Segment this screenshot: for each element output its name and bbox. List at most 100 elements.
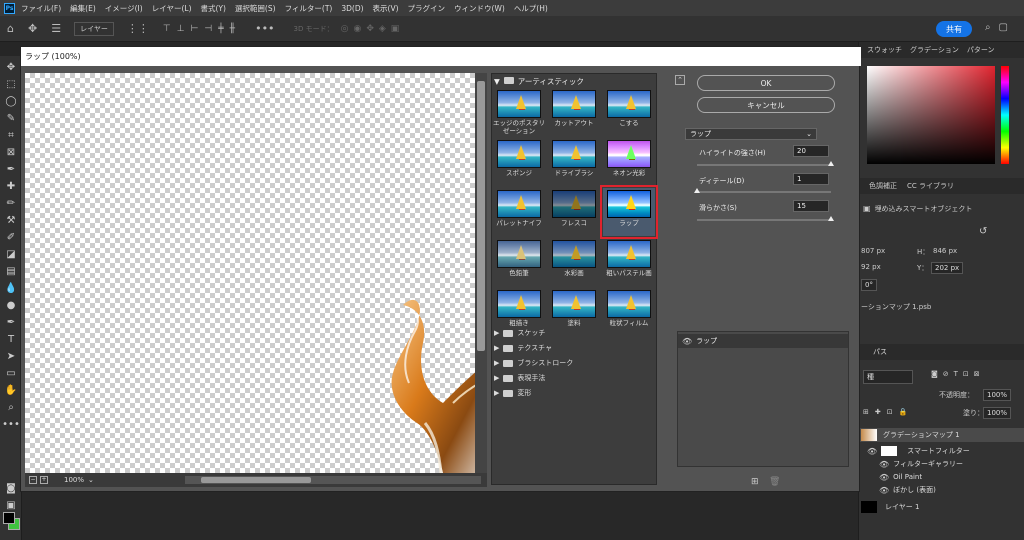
filter-select-dropdown[interactable]: ラップ ⌄ [685, 128, 817, 140]
lasso-tool-icon[interactable]: ◯ [0, 93, 22, 110]
filter-thumb[interactable]: ドライブラシ [548, 138, 600, 186]
width-value[interactable]: 807 px [861, 247, 885, 255]
pen-tool-icon[interactable]: ✒ [0, 314, 22, 331]
layer-kind-filter[interactable]: 種 [863, 370, 913, 384]
layer-row[interactable]: 👁 スマートフィルター [859, 444, 1024, 458]
home-icon[interactable]: ⌂ [7, 22, 14, 35]
eraser-tool-icon[interactable]: ◪ [0, 246, 22, 263]
more-tools-icon[interactable]: ••• [0, 416, 22, 433]
filter-preview[interactable] [25, 73, 487, 483]
more-icon[interactable]: ••• [255, 22, 274, 35]
move-tool-icon[interactable]: ✥ [0, 59, 22, 76]
eye-icon[interactable]: 👁 [867, 447, 877, 456]
collapse-gallery-icon[interactable]: ⌃ [675, 75, 685, 85]
height-value[interactable]: 846 px [933, 247, 957, 255]
opacity-value[interactable]: 100% [983, 389, 1012, 401]
filter-thumb[interactable]: 塗料 [548, 288, 600, 336]
menu-filter[interactable]: フィルター(T) [285, 3, 333, 14]
frame-tool-icon[interactable]: ⊠ [0, 144, 22, 161]
tab-paths[interactable]: パス [873, 347, 887, 357]
x-value[interactable]: 92 px [861, 263, 881, 271]
move-tool-icon[interactable]: ✥ [28, 22, 37, 35]
detail-input[interactable]: 1 [793, 173, 829, 185]
cancel-button[interactable]: キャンセル [697, 97, 835, 113]
filter-thumb[interactable]: カットアウト [548, 88, 600, 136]
lock-icons[interactable]: ⊞✚⊡🔒 [863, 408, 913, 416]
menu-edit[interactable]: 編集(E) [70, 3, 96, 14]
menu-image[interactable]: イメージ(I) [105, 3, 143, 14]
filter-thumb[interactable]: 色鉛筆 [493, 238, 545, 286]
menu-window[interactable]: ウィンドウ(W) [454, 3, 505, 14]
filter-thumb[interactable]: フレスコ [548, 188, 600, 236]
highlight-strength-slider[interactable] [697, 161, 834, 166]
layer-row[interactable]: 👁 ぼかし (表面) [859, 483, 1024, 497]
type-tool-icon[interactable]: T [0, 331, 22, 348]
dodge-tool-icon[interactable]: ● [0, 297, 22, 314]
menu-select[interactable]: 選択範囲(S) [235, 3, 276, 14]
transform-controls-icon[interactable]: ⋮⋮ [127, 22, 149, 35]
filter-thumb[interactable]: スポンジ [493, 138, 545, 186]
hue-slider[interactable] [1001, 66, 1009, 164]
menu-view[interactable]: 表示(V) [373, 3, 399, 14]
layer-row[interactable]: グラデーションマップ 1 [859, 428, 1024, 442]
align-icons[interactable]: ⊤⊥⊢⊣╪╫ [163, 24, 241, 34]
tab-cc-libraries[interactable]: CC ライブラリ [907, 181, 954, 191]
menu-3d[interactable]: 3D(D) [341, 4, 363, 13]
preview-vertical-scrollbar[interactable] [475, 73, 487, 475]
hand-tool-icon[interactable]: ✋ [0, 382, 22, 399]
gradient-tool-icon[interactable]: ▤ [0, 263, 22, 280]
zoom-tool-icon[interactable]: ⌕ [0, 399, 22, 416]
layer-select-dropdown[interactable]: レイヤー [74, 21, 114, 36]
smoothness-slider[interactable] [697, 216, 834, 221]
menu-layer[interactable]: レイヤー(L) [152, 3, 192, 14]
category-distort[interactable]: ▶ 変形 [494, 388, 531, 398]
reset-icon[interactable]: ↺ [979, 226, 987, 237]
tab-gradients[interactable]: グラデーション [910, 45, 959, 55]
rectangle-tool-icon[interactable]: ▭ [0, 365, 22, 382]
fill-value[interactable]: 100% [983, 407, 1012, 419]
color-picker-field[interactable] [867, 66, 995, 164]
chevron-down-icon[interactable]: ⌄ [88, 476, 94, 484]
menu-help[interactable]: ヘルプ(H) [514, 3, 548, 14]
screen-mode-icon[interactable]: ▣ [0, 497, 22, 514]
crop-tool-icon[interactable]: ⌗ [0, 127, 22, 144]
layer-row[interactable]: 👁 Oil Paint [859, 470, 1024, 484]
brush-tool-icon[interactable]: ✏ [0, 195, 22, 212]
slider-handle[interactable] [828, 161, 834, 166]
category-brush-strokes[interactable]: ▶ ブラシストローク [494, 358, 573, 368]
menu-type[interactable]: 書式(Y) [201, 3, 226, 14]
layer-filter-icons[interactable]: ◙⊘T⊡⊠ [931, 370, 985, 378]
filter-thumb[interactable]: パレットナイフ [493, 188, 545, 236]
tab-patterns[interactable]: パターン [967, 45, 995, 55]
marquee-tool-icon[interactable]: ⬚ [0, 76, 22, 93]
blur-tool-icon[interactable]: 💧 [0, 280, 22, 297]
slider-handle[interactable] [694, 188, 700, 193]
eyedropper-icon[interactable]: ✒ [0, 161, 22, 178]
filter-thumb[interactable]: 水彩画 [548, 238, 600, 286]
category-artistic[interactable]: ▼ アーティスティック [494, 76, 584, 87]
new-effect-layer-icon[interactable]: ⊞ [751, 477, 759, 487]
category-stylize[interactable]: ▶ 表現手法 [494, 373, 545, 383]
category-sketch[interactable]: ▶ スケッチ [494, 328, 545, 338]
highlight-strength-input[interactable]: 20 [793, 145, 829, 157]
layer-row[interactable]: 👁 フィルターギャラリー [859, 457, 1024, 471]
zoom-in-button[interactable]: + [40, 476, 48, 484]
tab-swatches[interactable]: スウォッチ [867, 45, 902, 55]
filter-thumb[interactable]: 粗いパステル画 [603, 238, 655, 286]
share-button[interactable]: 共有 [936, 21, 972, 37]
quick-mask-icon[interactable]: ◙ [0, 480, 22, 497]
preview-horizontal-scrollbar[interactable] [185, 476, 481, 484]
eye-icon[interactable]: 👁 [879, 460, 889, 469]
layer-row[interactable]: レイヤー 1 [859, 500, 1024, 514]
stamp-tool-icon[interactable]: ⚒ [0, 212, 22, 229]
filter-thumb[interactable]: こする [603, 88, 655, 136]
quick-select-icon[interactable]: ✎ [0, 110, 22, 127]
filter-thumb[interactable]: 粒状フィルム [603, 288, 655, 336]
scrollbar-thumb[interactable] [477, 81, 485, 351]
eye-icon[interactable]: 👁 [682, 337, 692, 346]
history-brush-icon[interactable]: ✐ [0, 229, 22, 246]
angle-value[interactable]: 0° [861, 279, 877, 291]
effect-layer-row[interactable]: 👁 ラップ [678, 334, 848, 348]
filter-thumb[interactable]: ネオン光彩 [603, 138, 655, 186]
search-icon[interactable]: ⌕▢ [985, 22, 1016, 33]
